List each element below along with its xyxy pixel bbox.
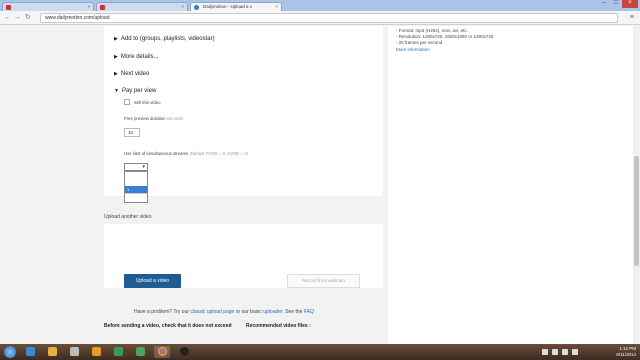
- preview-duration-text: Free preview duration: [124, 116, 166, 121]
- preview-duration-hint: seconds: [166, 116, 183, 121]
- network-icon[interactable]: [562, 349, 568, 355]
- maximize-icon[interactable]: □: [610, 0, 622, 8]
- streams-dropdown-list: 1: [124, 171, 148, 203]
- scrollbar-thumb[interactable]: [634, 156, 639, 266]
- page-scrollbar[interactable]: [633, 26, 640, 344]
- chevron-down-icon: ▾: [142, 164, 145, 170]
- sell-video-label: Sell this video: [134, 100, 161, 105]
- help-text: Have a problem? Try our classic upload p…: [134, 309, 314, 315]
- upload-another-heading: Upload another video: [104, 214, 152, 220]
- page-content: [0, 26, 640, 344]
- clock-date: 6/11/2014: [616, 352, 636, 357]
- tray-icon[interactable]: [542, 349, 548, 355]
- browser-tab-active[interactable]: Dailymotion - Upload a v ×: [190, 2, 282, 11]
- back-icon[interactable]: ←: [4, 14, 11, 21]
- close-tab-icon[interactable]: ×: [181, 4, 184, 9]
- tab-strip: × × Dailymotion - Upload a v × – □ ×: [0, 0, 640, 11]
- app-icon[interactable]: [66, 346, 82, 358]
- upload-video-button[interactable]: Upload a video: [124, 274, 181, 288]
- tray-icon[interactable]: [552, 349, 558, 355]
- upload-requirements-heading: Before sending a video, check that it do…: [104, 323, 232, 329]
- sidebar-fps-line: - 25 frames per second: [396, 40, 443, 45]
- browser-toolbar: ← → ↻ www.dailymotion.com/upload ≡: [0, 11, 640, 25]
- section-label: Add to (groups, playlists, videostar): [120, 36, 215, 42]
- help-mid: or our basic: [235, 309, 262, 315]
- reload-icon[interactable]: ↻: [25, 14, 31, 21]
- internet-explorer-icon[interactable]: [22, 346, 38, 358]
- window-controls: – □ ×: [598, 0, 638, 9]
- simultaneous-streams-hint: (Default TVOD = 0, SVOD = 0): [189, 151, 249, 156]
- simultaneous-streams-text: Use limit of simultaneous streams: [124, 151, 189, 156]
- expand-arrow-icon: ▶: [114, 71, 118, 77]
- help-suffix: . See the: [282, 309, 303, 315]
- tab-favicon-icon: [194, 5, 199, 10]
- address-bar[interactable]: www.dailymotion.com/upload: [40, 13, 618, 23]
- section-pay-per-view[interactable]: ▼ Pay per view: [114, 88, 156, 94]
- dropdown-option[interactable]: [125, 193, 147, 202]
- section-label: Pay per view: [121, 88, 157, 94]
- taskbar-clock[interactable]: 1:12 PM 6/11/2014: [616, 346, 636, 358]
- sidebar-resolution-line: - Resolution: 1280x720, 1920x1080 or 128…: [396, 34, 494, 39]
- forward-icon[interactable]: →: [14, 14, 21, 21]
- tab-favicon-icon: [6, 5, 11, 10]
- upload-info-panel: [388, 26, 633, 344]
- start-button-icon[interactable]: [4, 346, 16, 358]
- section-label: More details...: [120, 54, 159, 60]
- recommended-files-heading: Recommended video files :: [246, 323, 311, 329]
- record-webcam-button[interactable]: Record from webcam: [287, 274, 360, 288]
- tab-favicon-icon: [100, 5, 105, 10]
- simultaneous-streams-label: Use limit of simultaneous streams (Defau…: [124, 151, 248, 156]
- expand-arrow-icon: ▶: [114, 54, 118, 60]
- faq-link[interactable]: FAQ: [304, 309, 314, 315]
- dropdown-option[interactable]: [125, 172, 147, 179]
- simultaneous-streams-select[interactable]: ▾: [124, 163, 148, 171]
- tab-label: Dailymotion - Upload a v: [203, 4, 253, 9]
- collapse-arrow-icon: ▼: [114, 88, 119, 94]
- close-tab-icon[interactable]: ×: [87, 4, 90, 9]
- section-more-details[interactable]: ▶ More details...: [114, 54, 159, 60]
- dropdown-option-highlighted[interactable]: 1: [125, 186, 147, 193]
- minimize-icon[interactable]: –: [598, 0, 610, 8]
- browser-tab-2[interactable]: ×: [96, 2, 188, 11]
- file-explorer-icon[interactable]: [44, 346, 60, 358]
- basic-uploader-link[interactable]: uploader: [263, 309, 282, 315]
- windows-taskbar: 1:12 PM 6/11/2014: [0, 344, 640, 360]
- section-next-video[interactable]: ▶ Next video: [114, 71, 149, 77]
- expand-arrow-icon: ▶: [114, 36, 118, 42]
- close-window-icon[interactable]: ×: [622, 0, 638, 8]
- system-tray: 1:12 PM 6/11/2014: [532, 344, 640, 360]
- close-tab-icon[interactable]: ×: [275, 4, 278, 9]
- help-prefix: Have a problem? Try our: [134, 309, 190, 315]
- app-icon[interactable]: [176, 346, 192, 358]
- media-icon[interactable]: [88, 346, 104, 358]
- classic-upload-link[interactable]: classic upload page: [190, 309, 234, 315]
- app-icon[interactable]: [132, 346, 148, 358]
- dropdown-option[interactable]: [125, 179, 147, 186]
- vine-app-icon[interactable]: [110, 346, 126, 358]
- section-label: Next video: [120, 71, 150, 77]
- section-add-to[interactable]: ▶ Add to (groups, playlists, videostar): [114, 36, 215, 42]
- preview-duration-label: Free preview duration seconds: [124, 116, 183, 121]
- sell-video-checkbox[interactable]: [124, 99, 130, 105]
- more-information-link[interactable]: More information: [396, 47, 430, 52]
- chrome-icon[interactable]: [154, 346, 170, 358]
- menu-icon[interactable]: ≡: [630, 14, 634, 21]
- browser-tab-1[interactable]: ×: [2, 2, 94, 11]
- url-text: www.dailymotion.com/upload: [45, 15, 110, 21]
- sidebar-format-line: - Format: mp4 (H264), mov, avi, etc.: [396, 28, 468, 33]
- preview-duration-input[interactable]: 10: [124, 128, 140, 137]
- volume-icon[interactable]: [572, 349, 578, 355]
